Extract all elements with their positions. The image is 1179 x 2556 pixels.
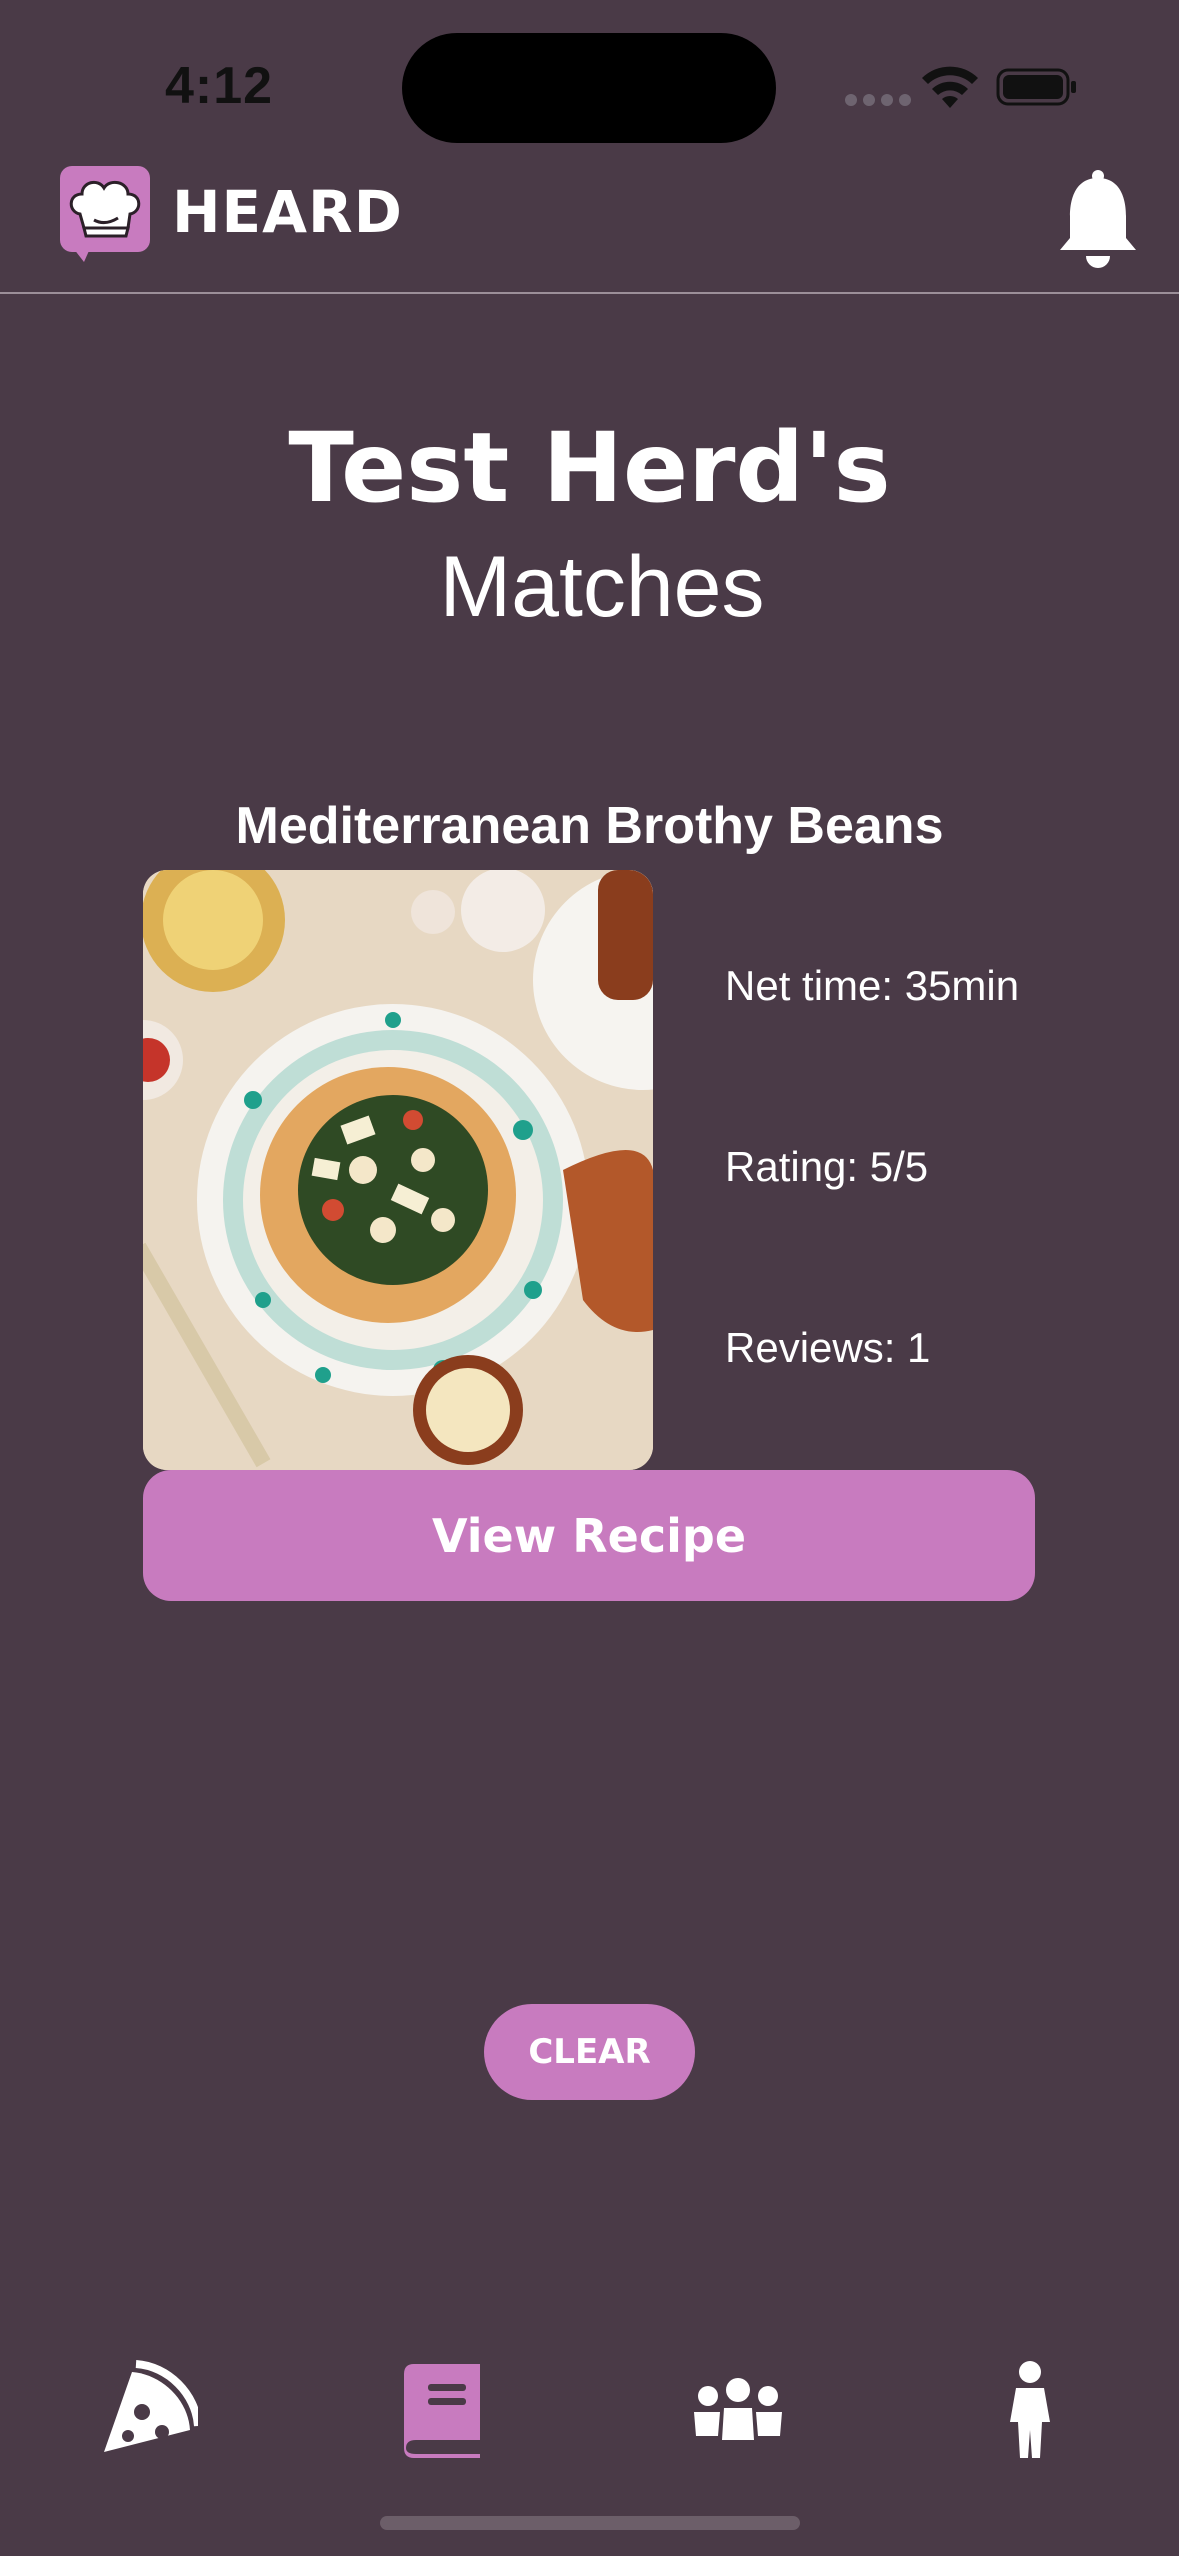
bell-icon[interactable] — [1056, 168, 1140, 268]
wifi-icon — [922, 66, 978, 108]
home-indicator — [380, 2516, 800, 2530]
recipe-net-time: Net time: 35min — [725, 962, 1020, 1009]
clear-button[interactable]: CLEAR — [484, 2004, 695, 2100]
group-icon[interactable] — [688, 2360, 788, 2460]
app-header: HEARD — [0, 160, 1179, 294]
recipe-photo — [143, 870, 653, 1470]
battery-icon — [996, 68, 1076, 106]
app-title: HEARD — [172, 178, 403, 246]
book-icon[interactable] — [392, 2360, 492, 2460]
recipe-image[interactable] — [143, 870, 653, 1470]
recipe-reviews: Reviews: 1 — [725, 1324, 931, 1371]
view-recipe-button[interactable]: View Recipe — [143, 1470, 1035, 1601]
recipe-rating: Rating: 5/5 — [725, 1143, 929, 1190]
page-title: Test Herd's — [288, 412, 891, 524]
cellular-signal-icon — [845, 94, 911, 106]
dynamic-island — [402, 33, 776, 143]
page-subtitle: Matches — [439, 539, 765, 635]
status-time: 4:12 — [165, 57, 274, 115]
logo-tail — [70, 244, 92, 262]
person-icon[interactable] — [982, 2360, 1082, 2460]
status-bar: 4:12 — [0, 0, 1179, 160]
pizza-slice-icon[interactable] — [98, 2360, 198, 2460]
chef-hat-icon — [69, 180, 141, 238]
recipe-title: Mediterranean Brothy Beans — [235, 797, 944, 855]
